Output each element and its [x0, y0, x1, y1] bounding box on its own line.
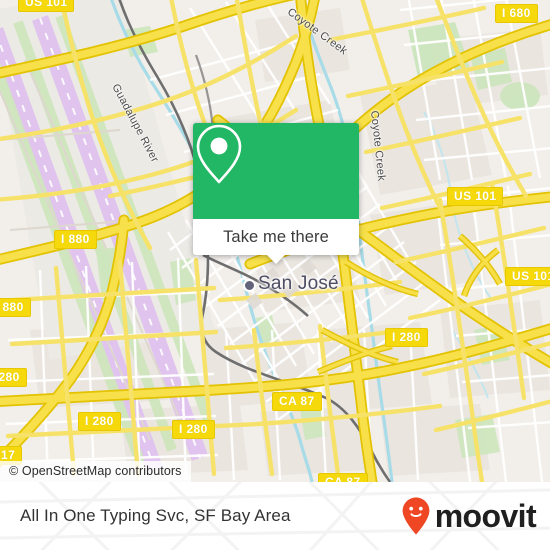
shield-i-280-sw: I 280 — [78, 412, 121, 431]
city-dot — [243, 279, 256, 292]
moovit-logo[interactable]: moovit — [401, 496, 537, 536]
shield-i-880-w: I 880 — [0, 298, 31, 317]
popup-pointer — [267, 255, 285, 264]
shield-i-280-e: I 280 — [385, 328, 428, 347]
map-canvas[interactable]: US 101 I 680 US 101 US 101 I 880 I 880 I… — [0, 0, 550, 482]
shield-us-101-se: US 101 — [505, 267, 550, 286]
shield-i-680: I 680 — [495, 4, 538, 23]
osm-attribution[interactable]: © OpenStreetMap contributors — [0, 461, 191, 482]
shield-ca-87-n: CA 87 — [272, 392, 322, 411]
shield-us-101-e: US 101 — [447, 187, 504, 206]
shield-i-280-w: I 280 — [0, 368, 27, 387]
shield-ca-87-s: CA 87 — [318, 473, 368, 482]
place-title: All In One Typing Svc, SF Bay Area — [20, 506, 291, 525]
shield-us-101-nw: US 101 — [18, 0, 75, 12]
place-popup-card[interactable]: Take me there — [193, 123, 359, 264]
footer-bar: All In One Typing Svc, SF Bay Area moovi… — [0, 482, 550, 550]
shield-i-880-n: I 880 — [54, 230, 97, 249]
take-me-there-button[interactable]: Take me there — [193, 219, 359, 255]
moovit-wordmark: moovit — [434, 498, 537, 534]
moovit-pin-icon — [402, 497, 430, 535]
city-label: San José — [258, 273, 339, 294]
screenshot-root: US 101 I 680 US 101 US 101 I 880 I 880 I… — [0, 0, 550, 550]
popup-header — [193, 123, 359, 219]
map-pin-icon — [196, 124, 242, 184]
shield-i-280-s: I 280 — [172, 420, 215, 439]
